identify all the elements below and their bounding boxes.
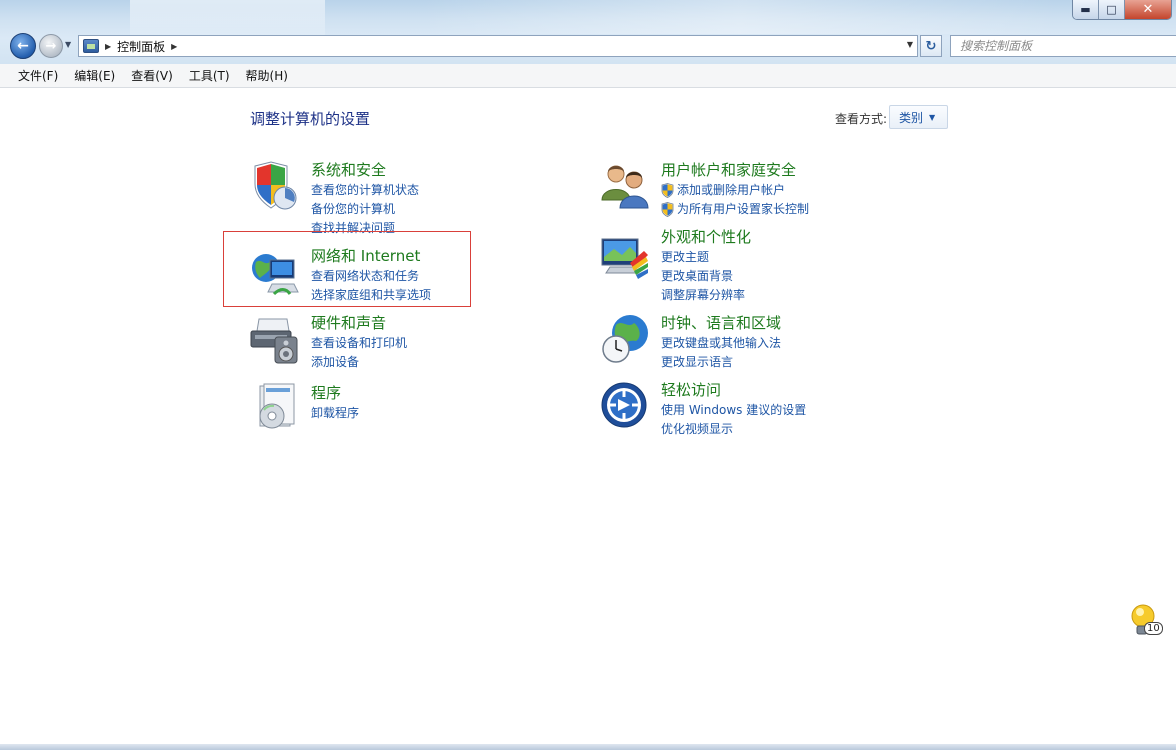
category-title[interactable]: 时钟、语言和区域 (661, 312, 781, 333)
notification-badge: 10 (1144, 622, 1163, 635)
forward-button[interactable]: → (39, 34, 63, 58)
maximize-button[interactable]: □ (1099, 0, 1125, 19)
clock-language-region-icon[interactable] (600, 313, 652, 365)
category-system-security: 系统和安全 查看您的计算机状态 备份您的计算机 查找并解决问题 (311, 159, 419, 238)
forward-arrow-icon: → (45, 38, 57, 54)
category-title[interactable]: 系统和安全 (311, 159, 419, 180)
category-link[interactable]: 更改显示语言 (661, 353, 781, 372)
category-title[interactable]: 外观和个性化 (661, 226, 751, 247)
category-title[interactable]: 轻松访问 (661, 379, 806, 400)
back-arrow-icon: ← (17, 38, 29, 54)
menu-help[interactable]: 帮助(H) (238, 67, 296, 84)
recent-pages-dropdown[interactable]: ▼ (65, 40, 75, 50)
category-title[interactable]: 程序 (311, 382, 359, 403)
ease-of-access-icon[interactable] (600, 381, 652, 433)
refresh-button[interactable]: ↻ (920, 35, 942, 57)
category-appearance: 外观和个性化 更改主题 更改桌面背景 调整屏幕分辨率 (661, 226, 751, 305)
category-link-label: 添加或删除用户帐户 (677, 183, 786, 197)
category-link[interactable]: 查看您的计算机状态 (311, 181, 419, 200)
window-caption-buttons: ▬ □ ✕ (1072, 0, 1172, 20)
programs-icon[interactable] (250, 382, 302, 434)
view-by-value: 类别 (899, 110, 924, 125)
breadcrumb-control-panel[interactable]: 控制面板 (117, 38, 165, 55)
system-security-icon[interactable] (249, 160, 301, 212)
uac-shield-icon (661, 183, 674, 198)
category-clock-language-region: 时钟、语言和区域 更改键盘或其他输入法 更改显示语言 (661, 312, 781, 372)
address-dropdown-icon[interactable]: ▼ (907, 40, 913, 49)
category-link[interactable]: 卸载程序 (311, 404, 359, 423)
menu-tools[interactable]: 工具(T) (181, 67, 238, 84)
page-title: 调整计算机的设置 (250, 110, 371, 128)
control-panel-icon (83, 39, 99, 53)
minimize-button[interactable]: ▬ (1073, 0, 1099, 19)
back-button[interactable]: ← (10, 33, 36, 59)
menu-file[interactable]: 文件(F) (10, 67, 66, 84)
category-link[interactable]: 添加或删除用户帐户 (661, 181, 809, 200)
highlight-box (223, 231, 471, 307)
address-bar[interactable]: ▶ 控制面板 ▶ ▼ (78, 35, 918, 57)
category-link[interactable]: 更改键盘或其他输入法 (661, 334, 781, 353)
category-link[interactable]: 为所有用户设置家长控制 (661, 200, 809, 219)
category-programs: 程序 卸载程序 (311, 382, 359, 423)
category-link[interactable]: 更改桌面背景 (661, 267, 751, 286)
menu-bar: 文件(F) 编辑(E) 查看(V) 工具(T) 帮助(H) (0, 64, 1176, 88)
appearance-personalization-icon[interactable] (600, 233, 652, 285)
category-link[interactable]: 备份您的计算机 (311, 200, 419, 219)
close-button[interactable]: ✕ (1125, 0, 1171, 19)
search-input[interactable] (960, 39, 1160, 53)
view-by-dropdown[interactable]: 类别 ▼ (889, 105, 948, 129)
search-box[interactable] (950, 35, 1176, 57)
user-accounts-icon[interactable] (600, 160, 652, 212)
glass-highlight (420, 0, 1060, 34)
uac-shield-icon (661, 202, 674, 217)
category-link[interactable]: 更改主题 (661, 248, 751, 267)
refresh-icon: ↻ (925, 38, 937, 54)
category-link[interactable]: 查看设备和打印机 (311, 334, 407, 353)
glass-highlight (130, 0, 325, 36)
category-title[interactable]: 用户帐户和家庭安全 (661, 159, 809, 180)
category-hardware-sound: 硬件和声音 查看设备和打印机 添加设备 (311, 312, 407, 372)
hardware-sound-icon[interactable] (249, 313, 301, 365)
notification-bulb-icon[interactable]: 10 (1128, 602, 1163, 638)
category-link-label: 为所有用户设置家长控制 (677, 202, 810, 216)
category-link[interactable]: 优化视频显示 (661, 420, 806, 439)
menu-view[interactable]: 查看(V) (123, 67, 181, 84)
category-link[interactable]: 使用 Windows 建议的设置 (661, 401, 806, 420)
menu-edit[interactable]: 编辑(E) (66, 67, 123, 84)
breadcrumb-arrow-icon[interactable]: ▶ (105, 42, 111, 51)
window-bottom-border (0, 744, 1176, 750)
category-link[interactable]: 调整屏幕分辨率 (661, 286, 751, 305)
category-title[interactable]: 硬件和声音 (311, 312, 407, 333)
category-link[interactable]: 添加设备 (311, 353, 407, 372)
view-by-label: 查看方式: (835, 112, 888, 126)
chevron-down-icon: ▼ (929, 112, 936, 122)
breadcrumb-arrow-icon[interactable]: ▶ (171, 42, 177, 51)
category-ease-of-access: 轻松访问 使用 Windows 建议的设置 优化视频显示 (661, 379, 806, 439)
category-user-accounts: 用户帐户和家庭安全 添加或删除用户帐户 为所有用户设置家长控制 (661, 159, 809, 219)
